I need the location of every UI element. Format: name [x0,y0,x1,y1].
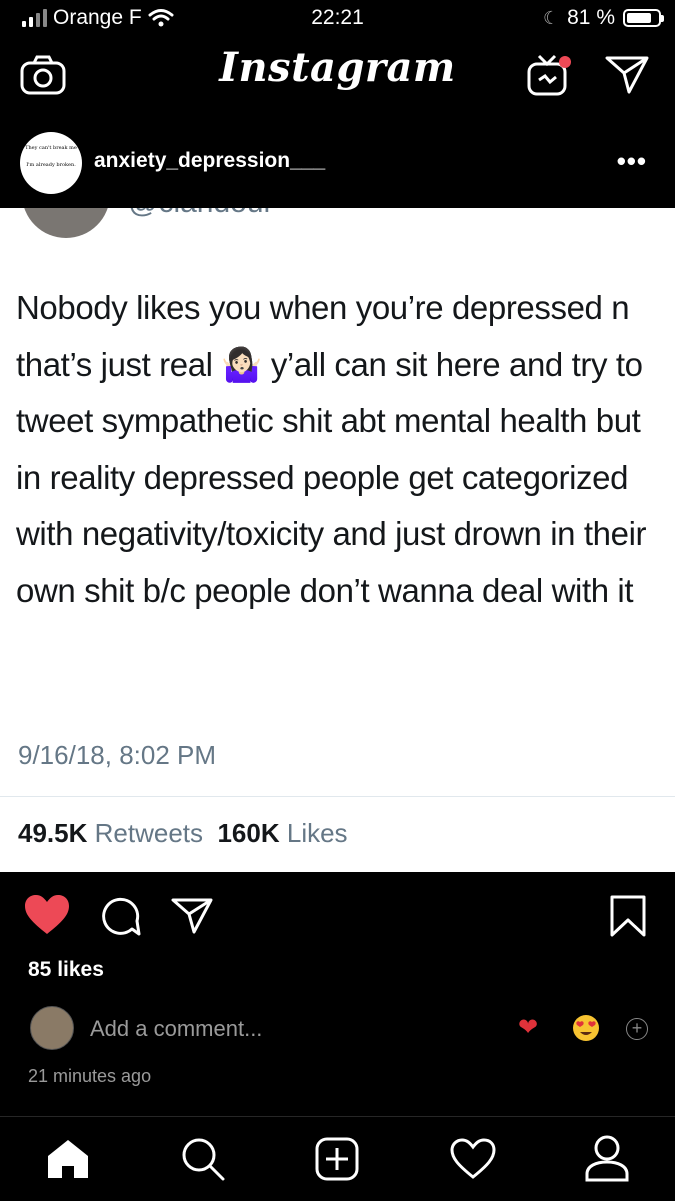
account-avatar[interactable]: They can't break me I'm already broken. [20,132,82,194]
battery-percent: 81 % [567,6,615,29]
tweet-divider [0,796,675,797]
share-icon[interactable] [170,896,214,936]
likes-count: 160K [217,818,280,848]
emoji-heart-eyes-button[interactable] [572,1014,600,1042]
likes-count[interactable]: 85 likes [28,958,104,982]
tweet-stats: 49.5K Retweets 160K Likes [18,818,348,849]
tweet-text: Nobody likes you when you’re depressed n… [16,289,647,609]
emoji-heart-button[interactable]: ❤ [518,1013,538,1042]
direct-icon[interactable] [604,54,650,96]
avatar-caption-2: I'm already broken. [26,162,76,168]
user-avatar [30,1006,74,1050]
moon-icon: ☾ [542,7,560,28]
retweets-count: 49.5K [18,818,88,848]
more-icon[interactable]: ••• [617,146,647,177]
comment-icon[interactable] [98,896,142,938]
add-emoji-icon[interactable]: + [626,1018,648,1040]
profile-icon[interactable] [584,1134,630,1182]
tweet-handle: @ciandour [128,208,274,220]
likes-label: Likes [286,818,348,848]
tweet-avatar [22,208,110,238]
post-time: 21 minutes ago [28,1066,152,1086]
comment-input[interactable]: Add a comment... [90,1016,262,1042]
heart-icon[interactable] [24,894,70,936]
add-post-icon[interactable] [314,1136,360,1182]
tweet-date: 9/16/18, 8:02 PM [18,740,217,770]
search-icon[interactable] [180,1136,226,1182]
avatar-caption-1: They can't break me [25,145,77,151]
retweets-label: Retweets [94,818,204,848]
bookmark-icon[interactable] [608,894,648,938]
activity-icon[interactable] [450,1138,496,1180]
battery-info: ☾ 81 % [542,6,664,30]
home-icon[interactable] [46,1138,90,1180]
post-username[interactable]: anxiety_depression___ [94,149,325,173]
status-bar: Orange F 22:21 ☾ 81 % [0,0,675,40]
igtv-icon[interactable] [526,52,576,98]
battery-icon [623,9,664,27]
